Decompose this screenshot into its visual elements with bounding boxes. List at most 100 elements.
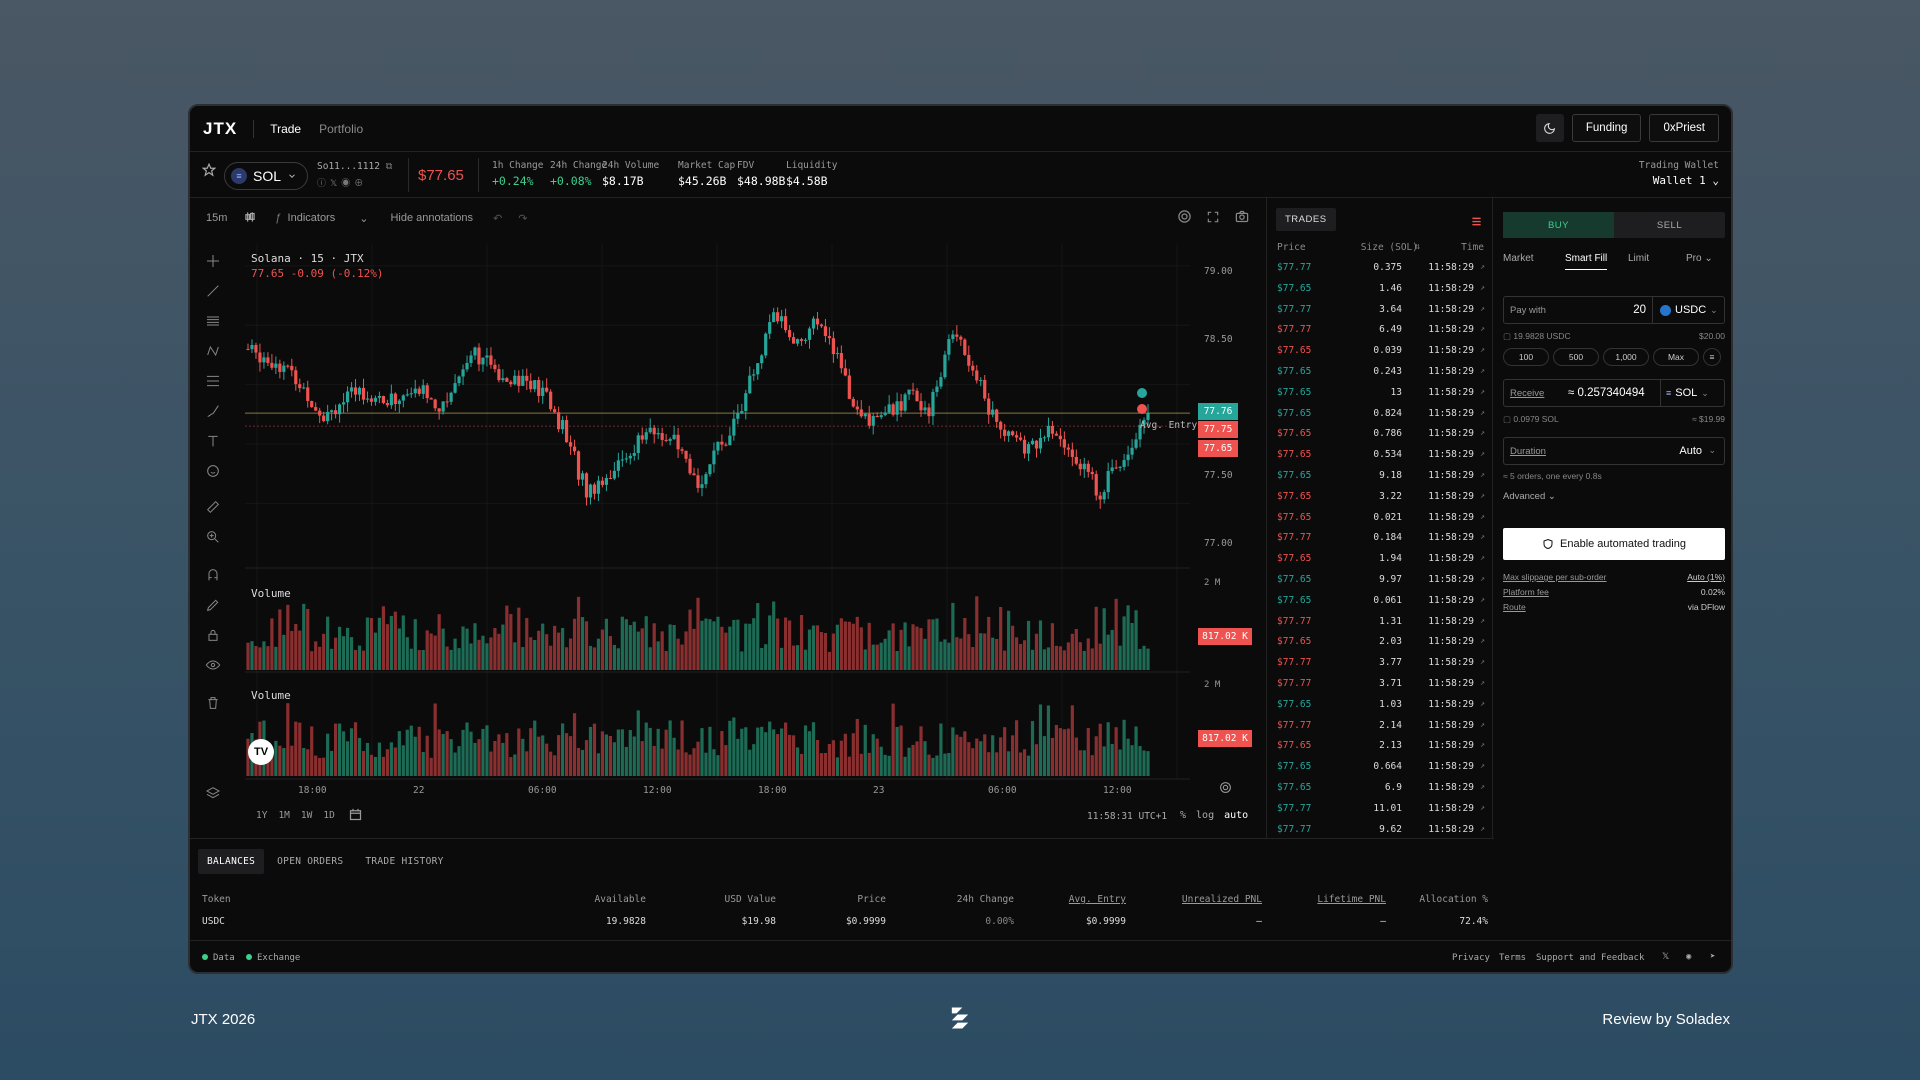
zoom-icon[interactable]: [198, 522, 228, 552]
calendar-icon[interactable]: [348, 807, 363, 827]
trade-row[interactable]: $77.65 0.021 11:58:29 ↗: [1268, 508, 1492, 529]
lock-icon[interactable]: [198, 620, 228, 650]
amount-chip-100[interactable]: 100: [1503, 348, 1549, 366]
indicators-button[interactable]: Indicators: [288, 212, 336, 224]
duration-field[interactable]: Duration Auto ⌄: [1503, 437, 1725, 465]
chip-settings-icon[interactable]: ≡: [1703, 348, 1721, 366]
horizontal-lines-icon[interactable]: [198, 306, 228, 336]
trade-row[interactable]: $77.65 9.97 11:58:29 ↗: [1268, 570, 1492, 591]
redo-icon[interactable]: ↷: [518, 212, 527, 225]
pencil-lock-icon[interactable]: [198, 590, 228, 620]
receive-token-selector[interactable]: ≡ SOL ⌄: [1666, 387, 1709, 399]
trade-row[interactable]: $77.65 1.94 11:58:29 ↗: [1268, 549, 1492, 570]
trend-line-icon[interactable]: [198, 276, 228, 306]
scale-percent[interactable]: %: [1180, 810, 1186, 821]
text-tool-icon[interactable]: [198, 426, 228, 456]
trade-row[interactable]: $77.65 0.061 11:58:29 ↗: [1268, 591, 1492, 612]
trade-row[interactable]: $77.77 3.71 11:58:29 ↗: [1268, 674, 1492, 695]
trade-row[interactable]: $77.65 2.03 11:58:29 ↗: [1268, 632, 1492, 653]
fullscreen-icon[interactable]: [1206, 210, 1220, 227]
trash-icon[interactable]: [198, 688, 228, 718]
user-account-button[interactable]: 0xPriest: [1649, 114, 1719, 142]
trade-row[interactable]: $77.77 0.375 11:58:29 ↗: [1268, 258, 1492, 279]
funding-button[interactable]: Funding: [1571, 114, 1642, 142]
terms-link[interactable]: Terms: [1499, 953, 1526, 963]
sell-tab[interactable]: SELL: [1614, 212, 1725, 238]
pay-token-selector[interactable]: USDC ⌄: [1660, 304, 1718, 316]
amount-chip-500[interactable]: 500: [1553, 348, 1599, 366]
eye-icon[interactable]: [198, 650, 228, 680]
discord-icon[interactable]: ◉: [1686, 952, 1691, 962]
range-1m[interactable]: 1M: [278, 810, 289, 821]
nav-trade[interactable]: Trade: [270, 122, 301, 136]
favorite-star-icon[interactable]: [201, 162, 217, 182]
token-links[interactable]: ⓘ𝕏◉⊕: [317, 176, 367, 189]
candle-type-icon[interactable]: [243, 210, 257, 227]
order-tab-market[interactable]: Market: [1503, 253, 1534, 264]
trade-row[interactable]: $77.65 9.18 11:58:29 ↗: [1268, 466, 1492, 487]
trade-row[interactable]: $77.77 1.31 11:58:29 ↗: [1268, 612, 1492, 633]
range-1w[interactable]: 1W: [301, 810, 312, 821]
token-address[interactable]: So11...1112 ⧉: [317, 161, 392, 172]
trade-row[interactable]: $77.65 1.46 11:58:29 ↗: [1268, 279, 1492, 300]
enable-automated-trading-button[interactable]: Enable automated trading: [1503, 528, 1725, 560]
pay-amount-input[interactable]: 20: [1633, 304, 1646, 316]
undo-icon[interactable]: ↶: [493, 212, 502, 225]
trade-row[interactable]: $77.65 2.13 11:58:29 ↗: [1268, 736, 1492, 757]
tab-open-orders[interactable]: OPEN ORDERS: [268, 849, 352, 874]
token-selector[interactable]: ≡ SOL: [224, 162, 308, 190]
trade-row[interactable]: $77.77 3.77 11:58:29 ↗: [1268, 653, 1492, 674]
trade-row[interactable]: $77.65 3.22 11:58:29 ↗: [1268, 487, 1492, 508]
trade-row[interactable]: $77.65 13 11:58:29 ↗: [1268, 383, 1492, 404]
camera-icon[interactable]: [1234, 209, 1250, 227]
scale-log[interactable]: log: [1196, 810, 1214, 821]
trade-row[interactable]: $77.65 0.039 11:58:29 ↗: [1268, 341, 1492, 362]
trade-row[interactable]: $77.77 2.14 11:58:29 ↗: [1268, 716, 1492, 737]
trade-row[interactable]: $77.65 0.786 11:58:29 ↗: [1268, 424, 1492, 445]
trade-row[interactable]: $77.65 6.9 11:58:29 ↗: [1268, 778, 1492, 799]
trade-row[interactable]: $77.65 0.243 11:58:29 ↗: [1268, 362, 1492, 383]
pay-with-field[interactable]: Pay with 20 USDC ⌄: [1503, 296, 1725, 324]
magnet-icon[interactable]: [198, 560, 228, 590]
amount-chip-max[interactable]: Max: [1653, 348, 1699, 366]
trade-row[interactable]: $77.77 0.184 11:58:29 ↗: [1268, 528, 1492, 549]
list-view-icon[interactable]: [1471, 214, 1482, 232]
scale-auto[interactable]: auto: [1224, 810, 1248, 821]
x-icon[interactable]: 𝕏: [1662, 952, 1669, 962]
trades-tab[interactable]: TRADES: [1276, 207, 1336, 231]
trade-row[interactable]: $77.65 0.824 11:58:29 ↗: [1268, 404, 1492, 425]
chevron-down-icon[interactable]: ⌄: [359, 212, 368, 225]
emoji-icon[interactable]: [198, 456, 228, 486]
theme-toggle-button[interactable]: [1535, 114, 1564, 142]
support-link[interactable]: Support and Feedback: [1536, 953, 1644, 963]
order-tab-smart-fill[interactable]: Smart Fill: [1565, 253, 1608, 270]
candlestick-chart[interactable]: [190, 198, 1267, 838]
trade-row[interactable]: $77.77 6.49 11:58:29 ↗: [1268, 320, 1492, 341]
interval-selector[interactable]: 15m: [206, 212, 227, 224]
trade-row[interactable]: $77.65 1.03 11:58:29 ↗: [1268, 695, 1492, 716]
tab-trade-history[interactable]: TRADE HISTORY: [356, 849, 452, 874]
trade-row[interactable]: $77.77 3.64 11:58:29 ↗: [1268, 300, 1492, 321]
tab-balances[interactable]: BALANCES: [198, 849, 265, 874]
ruler-icon[interactable]: [198, 492, 228, 522]
order-tab-limit[interactable]: Limit: [1628, 253, 1649, 264]
settings-icon[interactable]: [1177, 209, 1192, 227]
telegram-icon[interactable]: ➤: [1710, 952, 1715, 962]
tradingview-logo[interactable]: TV: [248, 739, 274, 765]
hide-annotations-button[interactable]: Hide annotations: [390, 212, 473, 224]
amount-chip-1000[interactable]: 1,000: [1603, 348, 1649, 366]
order-tab-pro[interactable]: Pro ⌄: [1686, 253, 1713, 264]
axis-settings-icon[interactable]: [1219, 781, 1232, 799]
receive-field[interactable]: Receive ≈ 0.257340494 ≡ SOL ⌄: [1503, 379, 1725, 407]
brush-icon[interactable]: [198, 396, 228, 426]
nav-portfolio[interactable]: Portfolio: [319, 122, 363, 136]
app-logo[interactable]: JTX: [203, 119, 237, 139]
trade-row[interactable]: $77.77 11.01 11:58:29 ↗: [1268, 799, 1492, 820]
trade-row[interactable]: $77.65 0.664 11:58:29 ↗: [1268, 757, 1492, 778]
crosshair-icon[interactable]: [198, 246, 228, 276]
layers-icon[interactable]: [198, 778, 228, 808]
range-1d[interactable]: 1D: [323, 810, 334, 821]
pattern-tool-icon[interactable]: [198, 336, 228, 366]
buy-tab[interactable]: BUY: [1503, 212, 1614, 238]
advanced-toggle[interactable]: Advanced ⌄: [1503, 491, 1725, 502]
